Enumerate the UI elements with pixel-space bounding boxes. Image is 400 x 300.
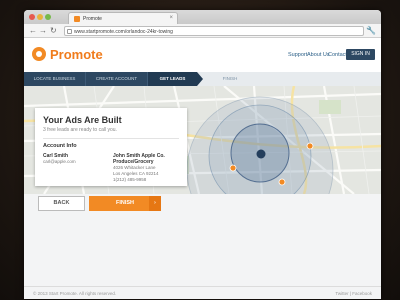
address-line2: Los Angeles CA 92214 — [113, 171, 159, 176]
chevron-right-icon: › — [149, 196, 161, 211]
step-get-leads[interactable]: Get Leads — [147, 72, 197, 86]
user-info: Carl Smith carl@apple.com — [43, 153, 76, 165]
browser-window: Promote × ← → ↻ www.startpromote.com/orl… — [24, 10, 381, 299]
nav-link-support[interactable]: Support — [288, 52, 307, 58]
step-locate-business[interactable]: Locate Business — [24, 72, 85, 86]
business-phone: 1(212) 485-9958 — [113, 177, 147, 182]
page-icon — [67, 29, 72, 34]
url-text: www.startpromote.com/orlandoc-24kr-towin… — [74, 29, 173, 35]
site-footer: © 2013 Start Promote. All rights reserve… — [24, 286, 381, 299]
card-divider — [43, 138, 179, 139]
address-bar[interactable]: www.startpromote.com/orlandoc-24kr-towin… — [64, 26, 364, 36]
tab-close-icon[interactable]: × — [169, 15, 173, 21]
reload-icon[interactable]: ↻ — [50, 26, 57, 36]
close-window-dot[interactable] — [29, 14, 35, 20]
card-title: Your Ads Are Built — [43, 115, 122, 125]
back-arrow-icon[interactable]: ← — [29, 26, 37, 36]
progress-steps: Locate Business Create Account Get Leads… — [24, 72, 381, 86]
nav-link-about[interactable]: About Us — [307, 52, 330, 58]
nav-link-contact[interactable]: Contact — [328, 52, 347, 58]
maximize-window-dot[interactable] — [45, 14, 51, 20]
wrench-icon[interactable]: 🔧 — [366, 26, 376, 35]
tab-title: Promote — [83, 16, 102, 22]
logo-icon[interactable] — [32, 47, 46, 61]
favicon-icon — [74, 16, 80, 22]
social-links[interactable]: Twitter | Facebook — [335, 291, 372, 296]
minimize-window-dot[interactable] — [37, 14, 43, 20]
ads-built-card: Your Ads Are Built 3 free leads are read… — [35, 108, 187, 186]
business-info: John Smith Apple Co. Produce/Grocery 402… — [113, 153, 165, 183]
address-line1: 4026 Whitacker Lane — [113, 165, 156, 170]
finish-label: FINISH — [115, 200, 135, 206]
lead-marker — [229, 164, 237, 172]
browser-tab-bar: Promote × — [24, 10, 381, 24]
lead-marker — [278, 178, 286, 186]
browser-toolbar: ← → ↻ www.startpromote.com/orlandoc-24kr… — [24, 24, 381, 38]
forward-arrow-icon[interactable]: → — [39, 26, 47, 36]
step-finish[interactable]: Finish — [205, 72, 255, 86]
browser-tab[interactable]: Promote × — [68, 12, 178, 24]
copyright-text: © 2013 Start Promote. All rights reserve… — [33, 291, 117, 296]
step-arrow — [197, 72, 203, 86]
lead-marker — [306, 142, 314, 150]
card-subtitle: 3 free leads are ready to call you. — [43, 127, 117, 133]
finish-button[interactable]: FINISH › — [89, 196, 161, 211]
back-button[interactable]: BACK — [38, 196, 85, 211]
sign-in-button[interactable]: SIGN IN — [346, 49, 375, 60]
site-header: Promote Support About Us Contact SIGN IN — [24, 38, 381, 72]
step-create-account[interactable]: Create Account — [85, 72, 147, 86]
account-info-heading: Account Info — [43, 143, 77, 149]
user-email: carl@apple.com — [43, 159, 76, 164]
business-location-marker — [256, 149, 266, 159]
logo-text[interactable]: Promote — [50, 47, 103, 62]
